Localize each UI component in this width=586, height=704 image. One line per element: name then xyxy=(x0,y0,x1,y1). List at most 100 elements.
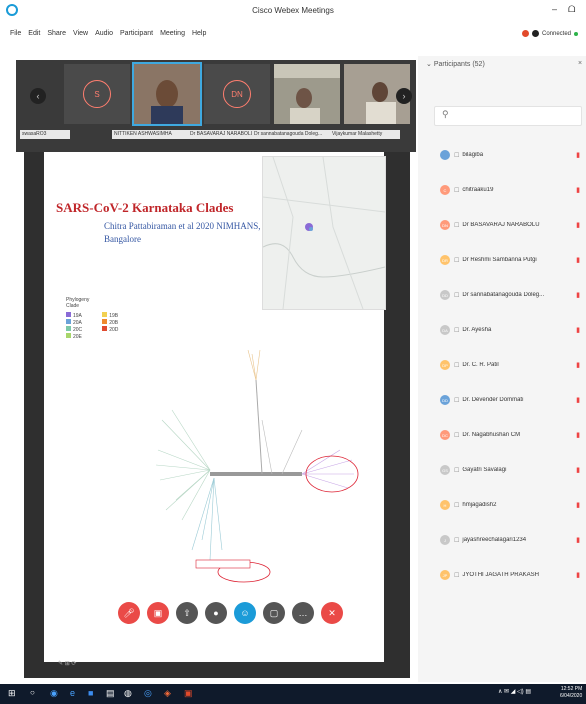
system-tray[interactable]: ∧ ✉ ◢ ◁) ▤ xyxy=(498,688,531,695)
person-icon: ☺ xyxy=(240,608,250,618)
meeting-controls: 🎤︎ ▣ ⇧ ● ☺ ▢ … ✕ xyxy=(118,602,343,624)
video-label: NITTIKEN ASHWASIMHA xyxy=(112,130,188,139)
chat-button[interactable]: ▢ xyxy=(263,602,285,624)
device-icon: ☐ xyxy=(454,257,460,264)
mute-button[interactable]: 🎤︎ xyxy=(118,602,140,624)
device-icon: ☐ xyxy=(454,152,460,159)
participant-row[interactable]: ☐ bilagiba ▮ xyxy=(440,148,580,162)
legend-item: 20C xyxy=(66,326,82,333)
video-tile[interactable] xyxy=(132,62,202,126)
legend-item: 20D xyxy=(102,326,118,333)
avatar: H xyxy=(440,500,450,510)
file-explorer-icon[interactable]: ▤ xyxy=(106,688,115,699)
muted-mic-icon[interactable]: ▮ xyxy=(576,256,580,264)
participant-name: Dr sannabatanagouda Doleg... xyxy=(462,292,545,298)
ie-icon[interactable]: e xyxy=(70,688,75,698)
participant-name: Dr. C. R. Patil xyxy=(462,362,499,368)
prev-video-arrow-icon[interactable]: ‹ xyxy=(30,88,46,104)
participant-video xyxy=(274,64,340,124)
share-icon: ⇧ xyxy=(183,607,191,618)
menu-file[interactable]: File xyxy=(10,30,21,44)
participant-row[interactable]: H ☐ hmjagadish2 ▮ xyxy=(440,498,580,512)
muted-mic-icon[interactable]: ▮ xyxy=(576,361,580,369)
muted-mic-icon[interactable]: ▮ xyxy=(576,291,580,299)
muted-mic-icon[interactable]: ▮ xyxy=(576,221,580,229)
muted-mic-icon[interactable]: ▮ xyxy=(576,151,580,159)
avatar: J xyxy=(440,535,450,545)
record-button[interactable]: ● xyxy=(205,602,227,624)
menu-meeting[interactable]: Meeting xyxy=(160,30,185,44)
muted-mic-icon[interactable]: ▮ xyxy=(576,186,580,194)
share-button[interactable]: ⇧ xyxy=(176,602,198,624)
avatar: C xyxy=(440,185,450,195)
panel-close-icon[interactable]: × xyxy=(578,60,582,67)
annotation-tools[interactable]: ✎ ⊞ ⟳ xyxy=(58,660,76,667)
menu-bar: File Edit Share View Audio Participant M… xyxy=(10,30,206,44)
participant-row[interactable]: GS ☐ Gayatri Savalagi ▮ xyxy=(440,463,580,477)
video-icon: ▣ xyxy=(153,607,163,618)
menu-share[interactable]: Share xyxy=(47,30,66,44)
participant-row[interactable]: DD ☐ Dr sannabatanagouda Doleg... ▮ xyxy=(440,288,580,302)
video-tile[interactable]: DN xyxy=(204,64,270,124)
more-button[interactable]: … xyxy=(292,602,314,624)
legend-item: 20E xyxy=(66,333,82,340)
participant-row[interactable]: JP ☐ JYOTHI JAGATH PRAKASH ▮ xyxy=(440,568,580,582)
video-label: swasaRO3 xyxy=(20,130,70,139)
video-button[interactable]: ▣ xyxy=(147,602,169,624)
video-tile[interactable]: S xyxy=(64,64,130,124)
signal-icon xyxy=(574,31,579,36)
muted-mic-icon[interactable]: ▮ xyxy=(576,466,580,474)
participant-row[interactable]: DC ☐ Dr. Nagabhushan CM ▮ xyxy=(440,428,580,442)
store-icon[interactable]: ■ xyxy=(88,688,93,698)
participant-row[interactable]: DP ☐ Dr. C. R. Patil ▮ xyxy=(440,358,580,372)
muted-mic-icon[interactable]: ▮ xyxy=(576,501,580,509)
participant-search-input[interactable] xyxy=(434,106,582,126)
participant-row[interactable]: DR ☐ Dr Reshmi Sambanna Putgi ▮ xyxy=(440,253,580,267)
participant-row[interactable]: DN ☐ Dr BASAVARAJ NARABOLU ▮ xyxy=(440,218,580,232)
muted-mic-icon[interactable]: ▮ xyxy=(576,571,580,579)
muted-mic-icon[interactable]: ▮ xyxy=(576,431,580,439)
video-strip: ‹ S DN › swasaRO3 NITTIKEN ASHWASIMHA Dr… xyxy=(16,60,416,152)
restore-button[interactable]: ᗝ xyxy=(568,4,575,15)
participant-name: Dr. Nagabhushan CM xyxy=(462,432,521,438)
start-button[interactable]: ⊞ xyxy=(8,688,16,699)
participant-row[interactable]: J ☐ jayashreechalagari1234 ▮ xyxy=(440,533,580,547)
avatar: DD xyxy=(440,395,450,405)
participant-row[interactable]: DA ☐ Dr. Ayesha ▮ xyxy=(440,323,580,337)
avatar: DP xyxy=(440,360,450,370)
participant-row[interactable]: DD ☐ Dr. Devender Dommati ▮ xyxy=(440,393,580,407)
info-icon[interactable] xyxy=(532,30,539,37)
clock[interactable]: 12:52 PM 6/04/2020 xyxy=(560,686,582,700)
leave-button[interactable]: ✕ xyxy=(321,602,343,624)
participant-video xyxy=(134,64,200,124)
chrome-icon[interactable]: ◍ xyxy=(124,688,132,699)
powerpoint-icon[interactable]: ▣ xyxy=(184,688,193,699)
edge-icon[interactable]: ◉ xyxy=(50,688,58,699)
legend-col: 19B 20B 20D xyxy=(102,312,118,340)
menu-help[interactable]: Help xyxy=(192,30,206,44)
participant-row[interactable]: C ☐ chitraaku19 ▮ xyxy=(440,183,580,197)
search-taskbar-icon[interactable]: ○ xyxy=(30,688,35,697)
next-video-arrow-icon[interactable]: › xyxy=(396,88,412,104)
participant-name: bilagiba xyxy=(462,152,484,158)
muted-mic-icon[interactable]: ▮ xyxy=(576,396,580,404)
app-icon[interactable]: ◈ xyxy=(164,688,171,699)
map-image xyxy=(262,156,386,310)
menu-participant[interactable]: Participant xyxy=(120,30,153,44)
menu-view[interactable]: View xyxy=(73,30,88,44)
participants-button[interactable]: ☺ xyxy=(234,602,256,624)
webex-taskbar-icon[interactable]: ◎ xyxy=(144,688,152,699)
tree-graphic xyxy=(155,349,359,583)
muted-mic-icon[interactable]: ▮ xyxy=(576,536,580,544)
menu-audio[interactable]: Audio xyxy=(95,30,113,44)
device-icon: ☐ xyxy=(454,187,460,194)
muted-mic-icon[interactable]: ▮ xyxy=(576,326,580,334)
device-icon: ☐ xyxy=(454,397,460,404)
mic-icon: 🎤︎ xyxy=(123,607,135,618)
panel-title[interactable]: ⌄ Participants (52) xyxy=(426,60,485,68)
menu-edit[interactable]: Edit xyxy=(28,30,40,44)
search-icon: ⚲ xyxy=(442,109,449,119)
video-tile[interactable] xyxy=(274,64,340,124)
clock-time: 12:52 PM xyxy=(560,686,583,692)
minimize-button[interactable]: – xyxy=(552,4,557,14)
